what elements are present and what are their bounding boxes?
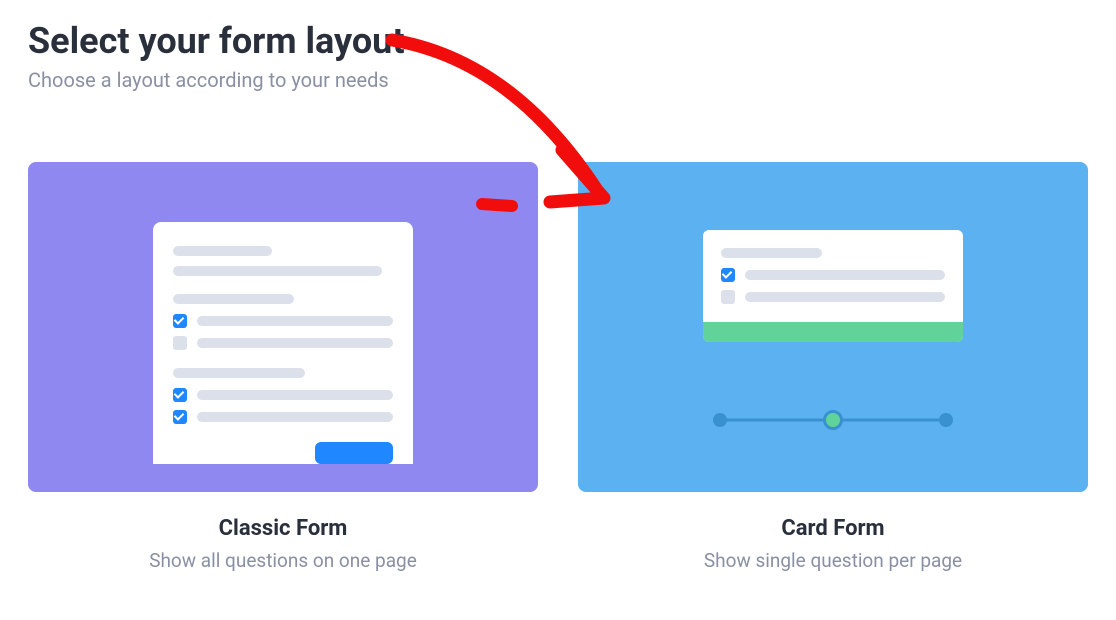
option-classic-description: Show all questions on one page [149, 549, 417, 572]
option-card-form[interactable]: Card Form Show single question per page [578, 162, 1088, 572]
layout-options-row: Classic Form Show all questions on one p… [28, 162, 1088, 572]
classic-form-page-icon [153, 222, 413, 464]
option-card-description: Show single question per page [704, 549, 962, 572]
option-classic-title: Classic Form [219, 516, 348, 541]
card-form-stepper-icon [713, 410, 953, 430]
page-title: Select your form layout [28, 20, 1088, 62]
page-subtitle: Choose a layout according to your needs [28, 68, 1088, 92]
card-form-preview [578, 162, 1088, 492]
card-form-card-icon [703, 230, 963, 342]
option-card-title: Card Form [781, 516, 884, 541]
option-classic-form[interactable]: Classic Form Show all questions on one p… [28, 162, 538, 572]
classic-form-preview [28, 162, 538, 492]
